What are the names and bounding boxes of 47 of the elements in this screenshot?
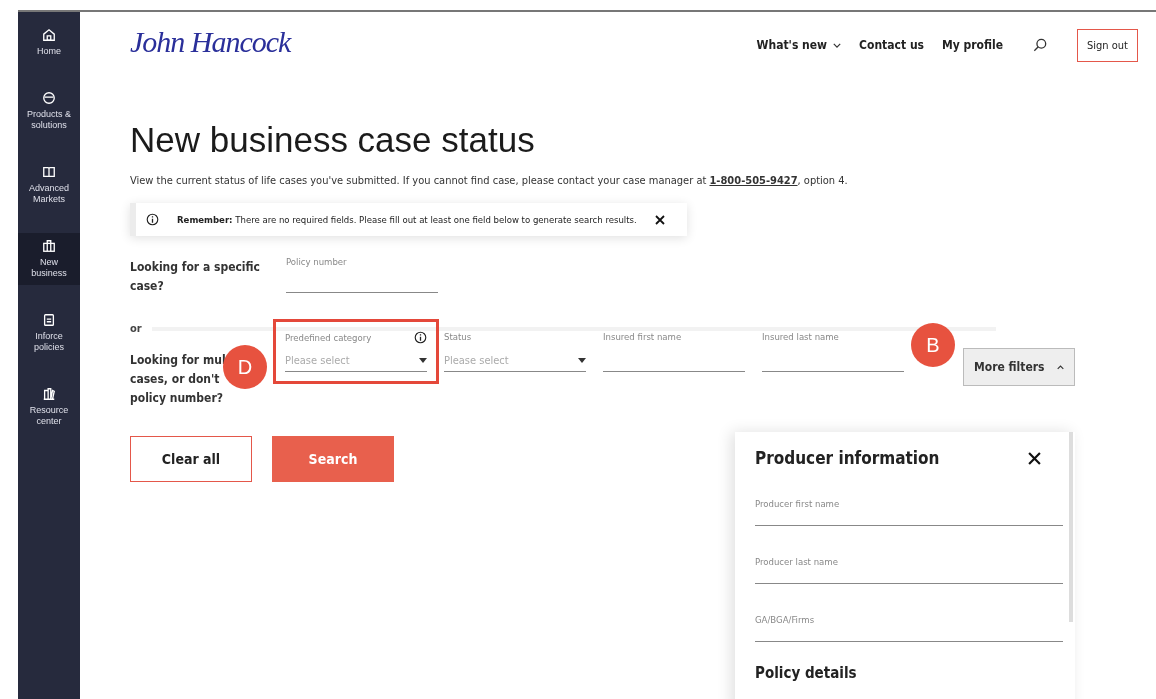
nav-link[interactable]: Contact us: [859, 38, 924, 52]
input-field[interactable]: Producer last name: [755, 544, 1063, 584]
input-field[interactable]: Producer first name: [755, 486, 1063, 526]
caret-icon: [419, 357, 427, 363]
phone-link[interactable]: 1-800-505-9427: [709, 174, 798, 187]
sidebar-item[interactable]: Resource center: [18, 381, 80, 433]
more-filters-button[interactable]: More filters: [963, 348, 1075, 386]
nav-link[interactable]: My profile: [942, 38, 1004, 52]
sidebar-item[interactable]: Inforce policies: [18, 307, 80, 359]
select-field[interactable]: Predefined category Please select: [285, 331, 427, 372]
intro-text: View the current status of life cases you've submitted. If you cannot find case, please contact your case manager at 1-800-505-9427, option 4.: [130, 174, 849, 187]
search-icon[interactable]: [1033, 38, 1048, 52]
caret-icon: [578, 357, 586, 363]
select-field[interactable]: Status Please select: [444, 331, 586, 372]
page-title: New business case status: [130, 120, 536, 160]
clear-all-button[interactable]: Clear all: [130, 436, 252, 482]
info-icon[interactable]: [414, 331, 427, 344]
section-label: policy number?: [130, 390, 223, 407]
input-field[interactable]: Insured first name: [603, 331, 745, 372]
sidebar-item[interactable]: Home: [18, 22, 80, 63]
section-label: cases, or don't: [130, 371, 220, 388]
section-title: Policy details: [755, 664, 858, 682]
document-icon: [42, 313, 56, 327]
sidebar-item[interactable]: New business: [18, 233, 80, 285]
caret-icon: [1056, 364, 1064, 370]
info-icon: [146, 213, 159, 226]
panel-title: Producer information: [755, 448, 940, 468]
close-icon[interactable]: [654, 214, 665, 225]
logo[interactable]: John Hancock: [130, 25, 291, 59]
sidebar-item[interactable]: Advanced Markets: [18, 159, 80, 211]
home-icon: [42, 28, 56, 42]
nav-link[interactable]: What's new: [756, 38, 842, 52]
annotation-badge: B: [911, 323, 955, 367]
or-text: or: [130, 322, 142, 335]
input-field[interactable]: Insured last name: [762, 331, 904, 372]
books-icon: [42, 387, 56, 401]
globe-icon: [42, 91, 56, 105]
sign-out-button[interactable]: Sign out: [1077, 28, 1138, 62]
sidebar-item[interactable]: Products & solutions: [18, 85, 80, 137]
notice-text: Remember: There are no required fields. Please fill out at least one field below to generate search results.: [177, 214, 637, 225]
book-icon: [42, 165, 56, 179]
input-field[interactable]: GA/BGA/Firms: [755, 602, 1063, 642]
section-label: Looking for a specific case?: [130, 259, 261, 295]
section-label: Looking for mul: [130, 352, 226, 369]
briefcase-icon: [42, 239, 56, 253]
close-icon[interactable]: [1028, 451, 1041, 465]
policy-number-field[interactable]: Policy number: [286, 250, 438, 293]
